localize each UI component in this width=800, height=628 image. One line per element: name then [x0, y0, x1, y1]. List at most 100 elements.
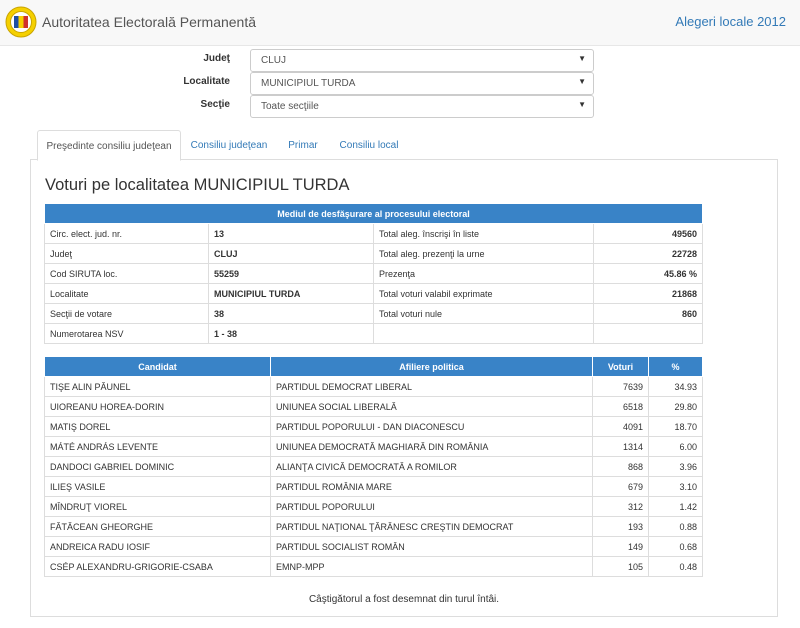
sectie-select-value: Toate secţiile	[261, 101, 319, 112]
candidate-name: ANDREICA RADU IOSIF	[44, 536, 271, 557]
info-label: Prezenţa	[373, 263, 594, 284]
vote-percent: 1.42	[648, 496, 703, 517]
table-row: ANDREICA RADU IOSIF PARTIDUL SOCIALIST R…	[44, 536, 703, 557]
judet-select[interactable]: CLUJ ▼	[250, 49, 594, 72]
vote-count: 6518	[592, 396, 649, 417]
table-row: Circ. elect. jud. nr. 13 Total aleg. îns…	[44, 223, 704, 244]
vote-count: 312	[592, 496, 649, 517]
table-row: MATIŞ DOREL PARTIDUL POPORULUI - DAN DIA…	[44, 416, 703, 437]
candidate-name: MATIŞ DOREL	[44, 416, 271, 437]
vote-percent: 3.96	[648, 456, 703, 477]
localitate-select-value: MUNICIPIUL TURDA	[261, 78, 356, 89]
candidate-name: UIOREANU HOREA-DORIN	[44, 396, 271, 417]
info-value: 860	[592, 303, 704, 324]
vote-count: 7639	[592, 376, 649, 397]
vote-count: 105	[592, 556, 649, 577]
info-value: MUNICIPIUL TURDA	[208, 283, 374, 304]
column-header-procent: %	[648, 356, 703, 377]
info-label: Total aleg. înscrişi în liste	[373, 223, 594, 244]
vote-count: 149	[592, 536, 649, 557]
table-row: ILIEŞ VASILE PARTIDUL ROMÂNIA MARE 679 3…	[44, 476, 703, 497]
vote-percent: 29.80	[648, 396, 703, 417]
info-value: 45.86 %	[592, 263, 704, 284]
localitate-label: Localitate	[183, 76, 230, 87]
candidate-name: FĂTĂCEAN GHEORGHE	[44, 516, 271, 537]
candidate-name: MÎNDRUŢ VIOREL	[44, 496, 271, 517]
election-tabs: Preşedinte consiliu judeţean Consiliu ju…	[30, 130, 778, 161]
table-row: Judeţ CLUJ Total aleg. prezenţi la urne …	[44, 243, 704, 264]
chevron-down-icon: ▼	[578, 77, 586, 86]
brand-title[interactable]: Autoritatea Electorală Permanentă	[42, 14, 256, 30]
column-header-voturi: Voturi	[592, 356, 649, 377]
tab-consiliu-judetean[interactable]: Consiliu judeţean	[182, 130, 276, 160]
sectie-select[interactable]: Toate secţiile ▼	[250, 95, 594, 118]
vote-count: 868	[592, 456, 649, 477]
info-label: Secţii de votare	[44, 303, 209, 324]
sectie-label: Secţie	[200, 99, 230, 110]
info-value: CLUJ	[208, 243, 374, 264]
tab-primar[interactable]: Primar	[278, 130, 328, 160]
localitate-select[interactable]: MUNICIPIUL TURDA ▼	[250, 72, 594, 95]
election-link[interactable]: Alegeri locale 2012	[675, 14, 786, 29]
table-row: CSÉP ALEXANDRU-GRIGORIE-CSABA EMNP-MPP 1…	[44, 556, 703, 577]
info-value: 38	[208, 303, 374, 324]
vote-percent: 0.48	[648, 556, 703, 577]
results-table: Candidat Afiliere politica Voturi % TIŞE…	[44, 356, 703, 577]
party-name: PARTIDUL POPORULUI - DAN DIACONESCU	[270, 416, 593, 437]
party-name: PARTIDUL SOCIALIST ROMÂN	[270, 536, 593, 557]
candidate-name: ILIEŞ VASILE	[44, 476, 271, 497]
table-row: MÁTÉ ANDRÁS LEVENTE UNIUNEA DEMOCRATĂ MA…	[44, 436, 703, 457]
chevron-down-icon: ▼	[578, 100, 586, 109]
info-label: Total voturi nule	[373, 303, 594, 324]
info-label: Localitate	[44, 283, 209, 304]
table-row: Secţii de votare 38 Total voturi nule 86…	[44, 303, 704, 324]
judet-select-value: CLUJ	[261, 55, 287, 66]
table-row: DANDOCI GABRIEL DOMINIC ALIANŢA CIVICĂ D…	[44, 456, 703, 477]
top-navbar: Autoritatea Electorală Permanentă Aleger…	[0, 0, 800, 46]
vote-count: 1314	[592, 436, 649, 457]
table-row: Localitate MUNICIPIUL TURDA Total voturi…	[44, 283, 704, 304]
party-name: PARTIDUL POPORULUI	[270, 496, 593, 517]
chevron-down-icon: ▼	[578, 54, 586, 63]
table-row: Cod SIRUTA loc. 55259 Prezenţa 45.86 %	[44, 263, 704, 284]
judet-label: Judeţ	[203, 53, 230, 64]
vote-percent: 18.70	[648, 416, 703, 437]
vote-percent: 6.00	[648, 436, 703, 457]
info-value: 1 - 38	[208, 323, 374, 344]
party-name: UNIUNEA SOCIAL LIBERALĂ	[270, 396, 593, 417]
party-name: PARTIDUL NAŢIONAL ŢĂRĂNESC CREŞTIN DEMOC…	[270, 516, 593, 537]
info-label: Numerotarea NSV	[44, 323, 209, 344]
winner-note: Câştigătorul a fost desemnat din turul î…	[308, 594, 500, 605]
party-name: UNIUNEA DEMOCRATĂ MAGHIARĂ DIN ROMÂNIA	[270, 436, 593, 457]
vote-percent: 0.88	[648, 516, 703, 537]
info-value: 55259	[208, 263, 374, 284]
vote-count: 193	[592, 516, 649, 537]
vote-count: 4091	[592, 416, 649, 437]
tab-consiliu-local[interactable]: Consiliu local	[330, 130, 408, 160]
info-value: 22728	[592, 243, 704, 264]
party-name: ALIANŢA CIVICĂ DEMOCRATĂ A ROMILOR	[270, 456, 593, 477]
column-header-candidat: Candidat	[44, 356, 271, 377]
tab-presedinte-consiliu-judetean[interactable]: Preşedinte consiliu judeţean	[37, 130, 181, 161]
candidate-name: MÁTÉ ANDRÁS LEVENTE	[44, 436, 271, 457]
info-table-heading: Mediul de desfăşurare al procesului elec…	[43, 203, 704, 224]
aep-logo-icon	[5, 6, 37, 38]
table-row: UIOREANU HOREA-DORIN UNIUNEA SOCIAL LIBE…	[44, 396, 703, 417]
column-header-afiliere: Afiliere politica	[270, 356, 593, 377]
electoral-info-table: Mediul de desfăşurare al procesului elec…	[43, 203, 704, 344]
info-value: 13	[208, 223, 374, 244]
candidate-name: TIŞE ALIN PĂUNEL	[44, 376, 271, 397]
vote-count: 679	[592, 476, 649, 497]
vote-percent: 34.93	[648, 376, 703, 397]
candidate-name: DANDOCI GABRIEL DOMINIC	[44, 456, 271, 477]
info-label: Total voturi valabil exprimate	[373, 283, 594, 304]
table-row: TIŞE ALIN PĂUNEL PARTIDUL DEMOCRAT LIBER…	[44, 376, 703, 397]
info-label: Total aleg. prezenţi la urne	[373, 243, 594, 264]
info-label	[373, 323, 594, 344]
vote-percent: 3.10	[648, 476, 703, 497]
table-row: MÎNDRUŢ VIOREL PARTIDUL POPORULUI 312 1.…	[44, 496, 703, 517]
party-name: PARTIDUL DEMOCRAT LIBERAL	[270, 376, 593, 397]
party-name: EMNP-MPP	[270, 556, 593, 577]
vote-percent: 0.68	[648, 536, 703, 557]
info-value	[592, 323, 704, 344]
